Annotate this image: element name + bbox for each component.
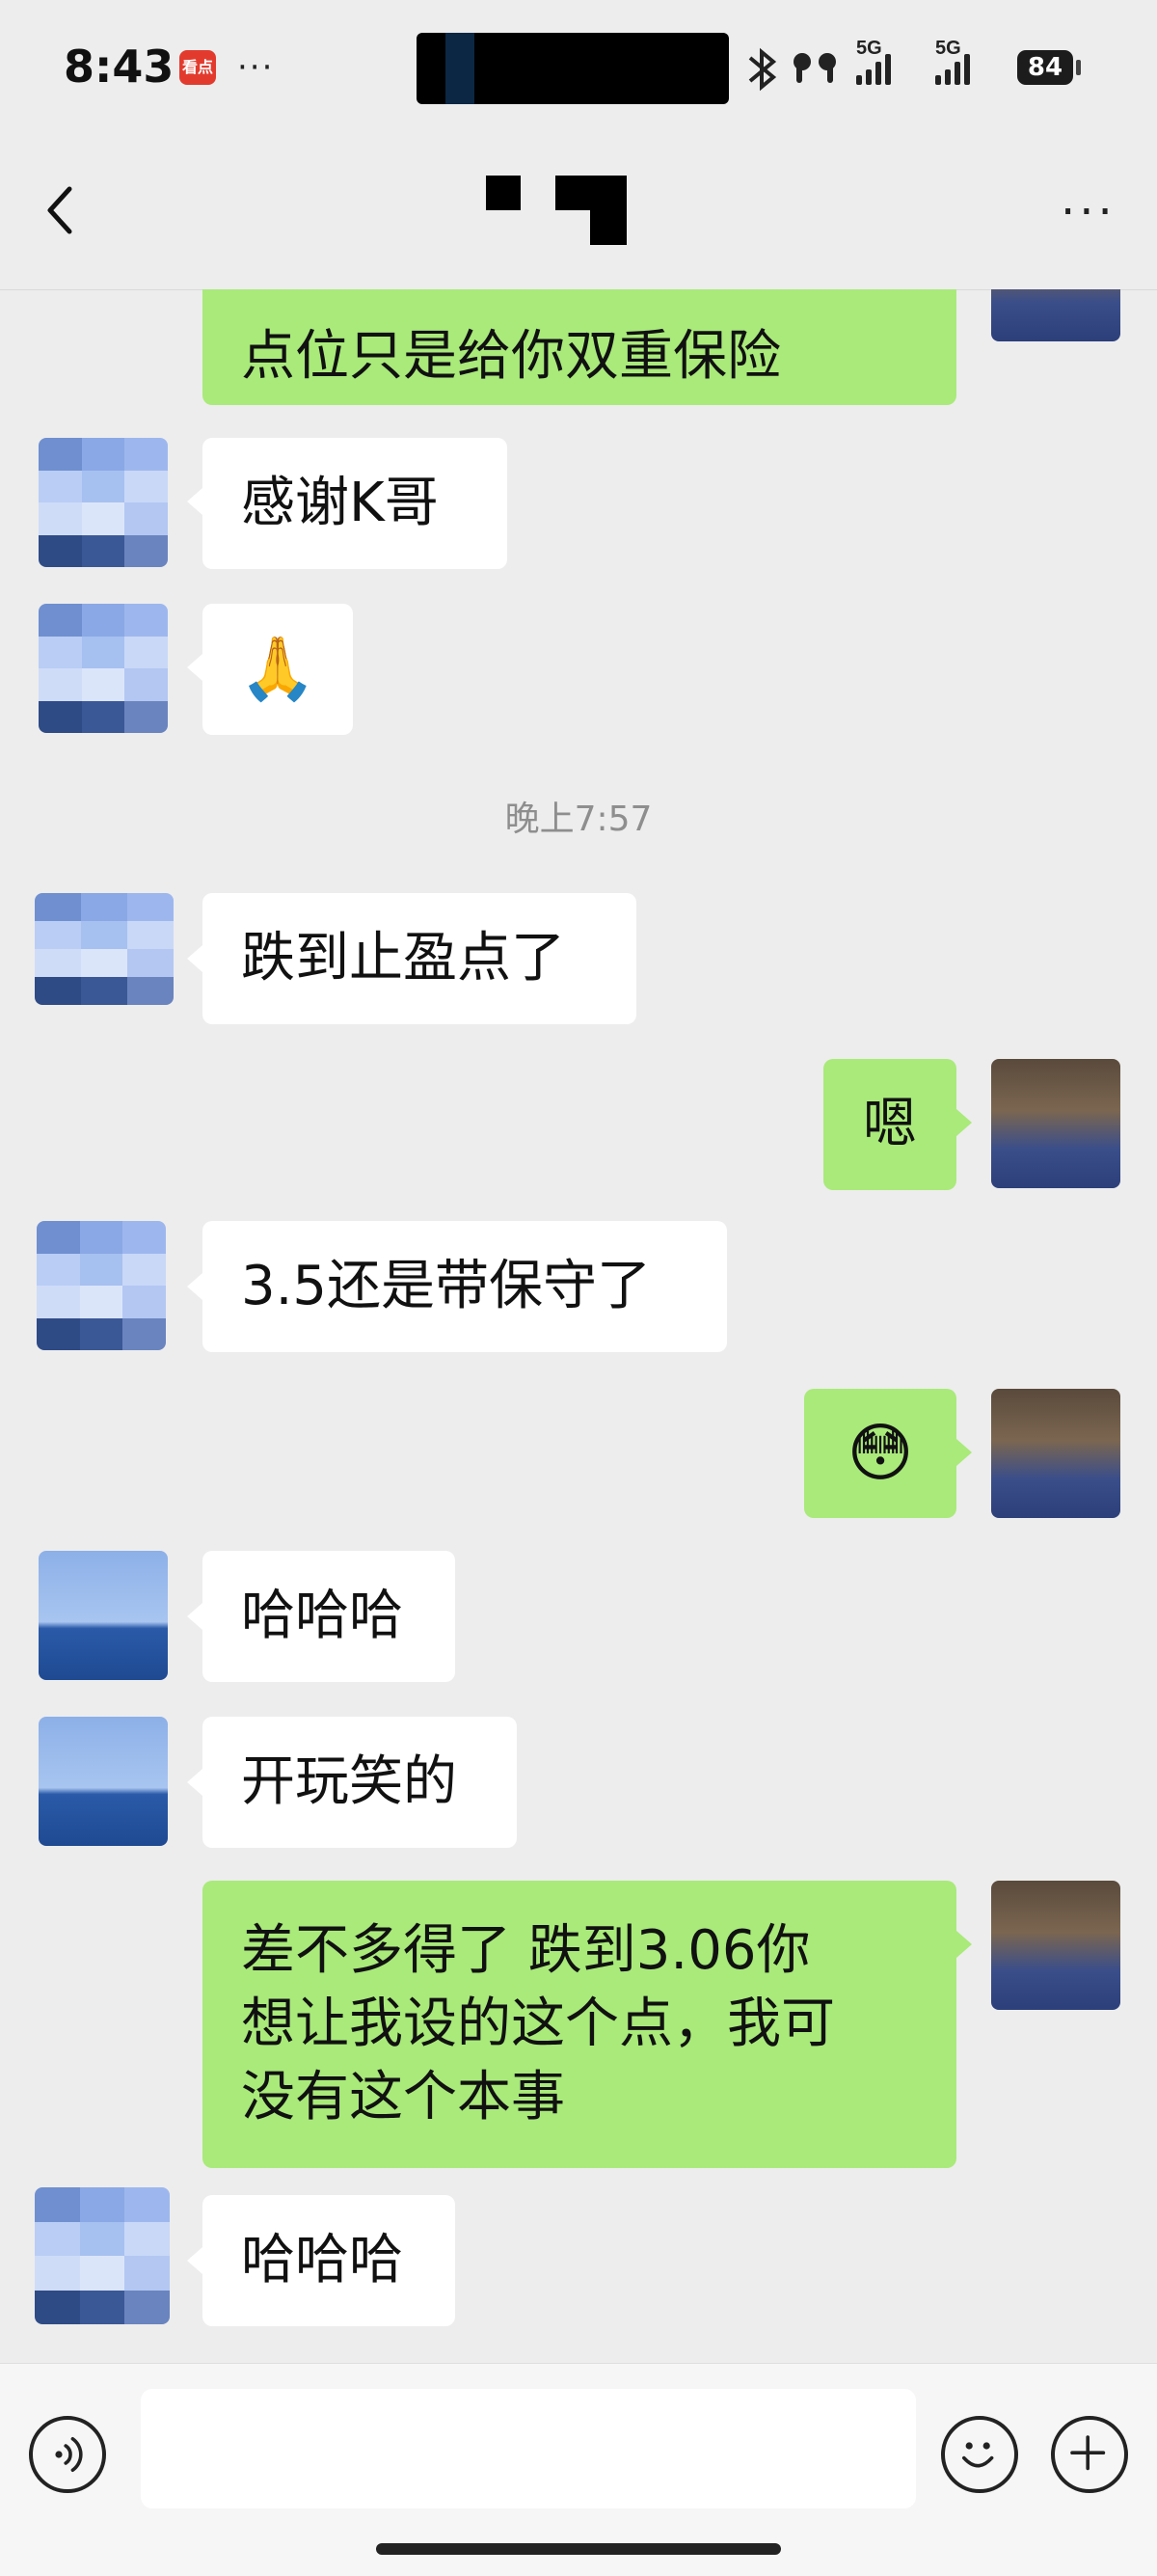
flushed-face-emoji: 😳	[847, 1416, 914, 1490]
network-label-1: 5G	[856, 41, 882, 59]
my-avatar[interactable]	[991, 1881, 1120, 2010]
clock: 8:43	[64, 41, 175, 93]
contact-avatar[interactable]	[37, 1221, 166, 1350]
incoming-message[interactable]: 感谢K哥	[202, 438, 507, 569]
input-bar	[0, 2363, 1157, 2576]
contact-avatar[interactable]	[39, 1551, 168, 1680]
smiley-icon[interactable]	[941, 2416, 1018, 2493]
voice-icon[interactable]	[29, 2416, 106, 2493]
more-dots-icon[interactable]: ···	[1061, 189, 1117, 235]
battery-icon: 84	[1017, 50, 1073, 85]
outgoing-emoji-message[interactable]: 😳	[804, 1389, 956, 1518]
message-text: 跌到止盈点了	[241, 927, 565, 990]
chat-header: ···	[0, 135, 1157, 290]
incoming-emoji-message[interactable]: 🙏	[202, 604, 353, 735]
message-list[interactable]: 点位只是给你双重保险 感谢K哥 🙏 晚上7:57 跌到止盈点了 嗯 3.5还是带…	[0, 289, 1157, 2363]
contact-avatar[interactable]	[39, 1717, 168, 1846]
home-indicator[interactable]	[376, 2543, 781, 2555]
my-avatar[interactable]	[991, 1059, 1120, 1188]
incoming-message[interactable]: 哈哈哈	[202, 2195, 455, 2326]
network-label-2: 5G	[935, 41, 961, 59]
message-text: 哈哈哈	[241, 1585, 403, 1647]
praying-hands-emoji: 🙏	[239, 634, 316, 705]
redacted-area	[417, 33, 729, 104]
status-icons: 5G 5G	[748, 41, 970, 92]
contact-avatar[interactable]	[35, 893, 174, 1005]
app-notification-icon: 看点	[179, 50, 216, 85]
outgoing-message[interactable]: 差不多得了 跌到3.06你 想让我设的这个点，我可 没有这个本事	[202, 1881, 956, 2168]
message-text: 感谢K哥	[241, 472, 439, 534]
message-timestamp: 晚上7:57	[504, 800, 653, 839]
message-text: 哈哈哈	[241, 2229, 403, 2291]
chevron-left-icon[interactable]	[39, 181, 87, 239]
more-notifications-icon: ···	[237, 48, 275, 87]
outgoing-message[interactable]: 嗯	[823, 1059, 956, 1190]
my-avatar[interactable]	[991, 289, 1120, 341]
message-line: 没有这个本事	[241, 2066, 565, 2129]
message-line: 差不多得了 跌到3.06你	[241, 1919, 811, 1982]
earbuds-icon	[794, 53, 836, 83]
message-text: 开玩笑的	[241, 1750, 457, 1813]
my-avatar[interactable]	[991, 1389, 1120, 1518]
incoming-message[interactable]: 3.5还是带保守了	[202, 1221, 727, 1352]
message-input[interactable]	[141, 2389, 916, 2508]
incoming-message[interactable]: 开玩笑的	[202, 1717, 517, 1848]
incoming-message[interactable]: 哈哈哈	[202, 1551, 455, 1682]
plus-icon[interactable]	[1051, 2416, 1128, 2493]
bluetooth-icon	[748, 47, 777, 92]
message-line: 想让我设的这个点，我可	[241, 1993, 835, 2055]
message-text: 点位只是给你双重保险	[241, 325, 781, 388]
status-bar: 8:43 看点 ··· 5G 5G 84	[0, 0, 1157, 135]
outgoing-message[interactable]: 点位只是给你双重保险	[202, 289, 956, 405]
contact-avatar[interactable]	[35, 2187, 170, 2324]
message-text: 嗯	[863, 1093, 917, 1155]
contact-avatar[interactable]	[39, 604, 168, 733]
redacted-contact-name	[486, 176, 627, 245]
incoming-message[interactable]: 跌到止盈点了	[202, 893, 636, 1024]
message-text: 3.5还是带保守了	[241, 1255, 652, 1317]
battery-tip	[1076, 60, 1081, 75]
contact-avatar[interactable]	[39, 438, 168, 567]
